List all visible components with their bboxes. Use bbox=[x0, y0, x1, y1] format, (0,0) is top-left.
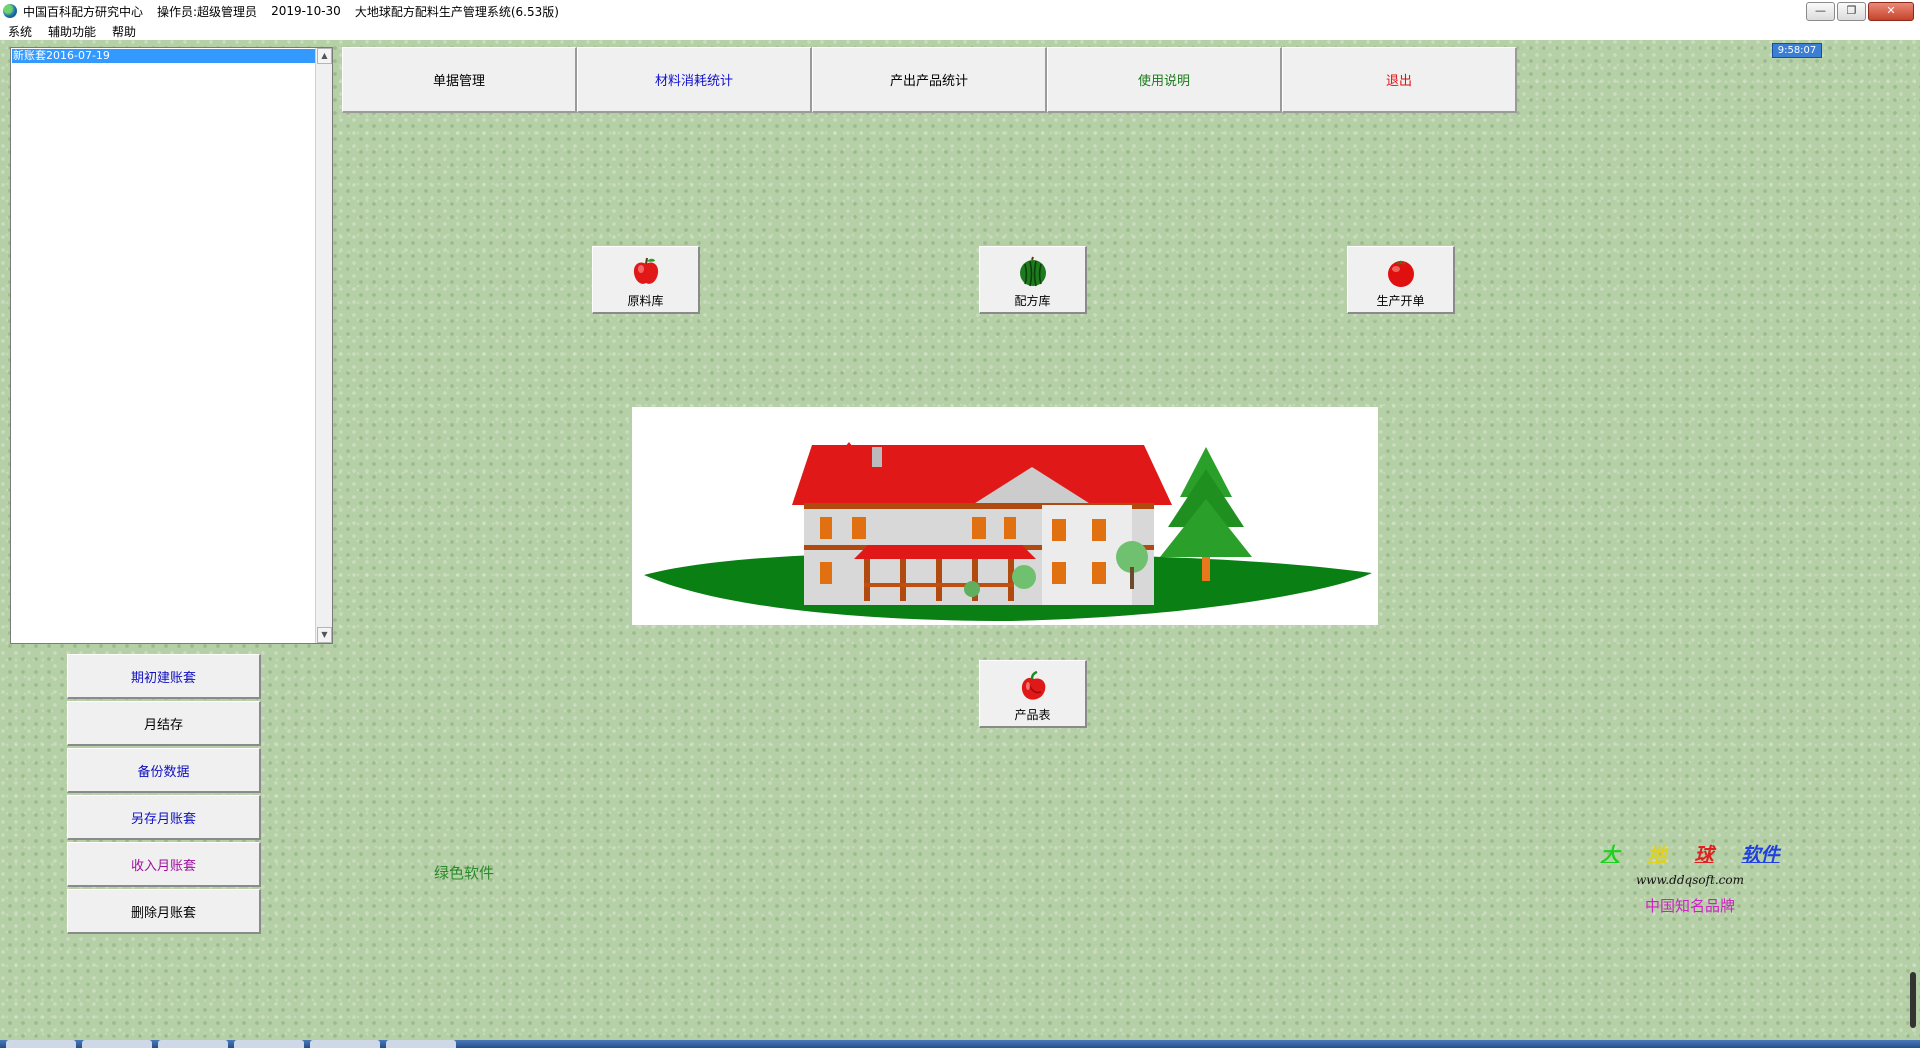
user-guide-button[interactable]: 使用说明 bbox=[1047, 47, 1282, 113]
clock-display: 9:58:07 bbox=[1772, 43, 1822, 58]
tomato-icon bbox=[1387, 260, 1414, 287]
raw-material-label: 原料库 bbox=[627, 294, 664, 308]
company-name: 中国百科配方研究中心 bbox=[23, 4, 144, 19]
monthly-close-button[interactable]: 月结存 bbox=[67, 701, 261, 746]
current-date: 2019-10-30 bbox=[271, 4, 341, 18]
taskbar-item[interactable] bbox=[6, 1040, 76, 1048]
green-software-label: 绿色软件 bbox=[434, 864, 495, 882]
app-title: 大地球配方配料生产管理系统(6.53版) bbox=[354, 4, 559, 19]
window-controls: — ❐ ✕ bbox=[1806, 2, 1914, 21]
taskbar bbox=[0, 1040, 1920, 1048]
apple-icon bbox=[633, 257, 658, 284]
taskbar-item[interactable] bbox=[82, 1040, 152, 1048]
brand-char-3: 球 bbox=[1694, 844, 1714, 866]
operator-label: 操作员:超级管理员 bbox=[157, 4, 258, 19]
import-month-account-button[interactable]: 收入月账套 bbox=[67, 842, 261, 887]
product-table-button[interactable]: 产品表 bbox=[979, 660, 1087, 728]
title-bar: 中国百科配方研究中心 操作员:超级管理员 2019-10-30 大地球配方配料生… bbox=[0, 0, 1920, 23]
production-order-label: 生产开单 bbox=[1376, 294, 1425, 308]
menu-tools[interactable]: 辅助功能 bbox=[40, 23, 104, 40]
brand-char-4: 软件 bbox=[1741, 844, 1780, 866]
taskbar-item[interactable] bbox=[158, 1040, 228, 1048]
menu-system[interactable]: 系统 bbox=[0, 23, 40, 40]
scroll-up-arrow-icon[interactable]: ▲ bbox=[317, 48, 332, 64]
restore-button[interactable]: ❐ bbox=[1837, 2, 1866, 21]
house-image bbox=[644, 442, 1372, 621]
product-output-button[interactable]: 产出产品统计 bbox=[812, 47, 1047, 113]
scroll-down-arrow-icon[interactable]: ▼ bbox=[317, 627, 332, 643]
production-order-button[interactable]: 生产开单 bbox=[1347, 246, 1455, 314]
menu-help[interactable]: 帮助 bbox=[104, 23, 144, 40]
brand-tagline: 中国知名品牌 bbox=[1644, 897, 1735, 915]
taskbar-item[interactable] bbox=[234, 1040, 304, 1048]
scroll-thumb[interactable] bbox=[1910, 972, 1916, 1028]
taskbar-item[interactable] bbox=[310, 1040, 380, 1048]
house-illustration bbox=[632, 407, 1378, 625]
brand-char-2: 地 bbox=[1647, 844, 1667, 866]
menu-bar: 系统 辅助功能 帮助 bbox=[0, 22, 1920, 40]
globe-icon bbox=[3, 4, 17, 18]
initial-account-button[interactable]: 期初建账套 bbox=[67, 654, 261, 699]
top-toolbar: 单据管理 材料消耗统计 产出产品统计 使用说明 退出 bbox=[342, 47, 1517, 113]
formula-label: 配方库 bbox=[1014, 294, 1051, 308]
taskbar-item[interactable] bbox=[386, 1040, 456, 1048]
account-listbox[interactable]: 新账套2016-07-19 ▲ ▼ bbox=[10, 47, 333, 644]
save-month-account-button[interactable]: 另存月账套 bbox=[67, 795, 261, 840]
watermelon-icon bbox=[1019, 256, 1046, 287]
documents-button[interactable]: 单据管理 bbox=[342, 47, 577, 113]
exit-button[interactable]: 退出 bbox=[1282, 47, 1517, 113]
list-scrollbar[interactable]: ▲ ▼ bbox=[315, 48, 332, 643]
backup-data-button[interactable]: 备份数据 bbox=[67, 748, 261, 793]
product-table-label: 产品表 bbox=[1014, 708, 1051, 722]
formula-button[interactable]: 配方库 bbox=[979, 246, 1087, 314]
raw-material-button[interactable]: 原料库 bbox=[592, 246, 700, 314]
brand-url: www.ddqsoft.com bbox=[1635, 873, 1745, 887]
material-consumption-button[interactable]: 材料消耗统计 bbox=[577, 47, 812, 113]
brand-char-1: 大 bbox=[1600, 844, 1620, 866]
brand-name[interactable]: 大 地 球 软件 bbox=[1585, 840, 1795, 867]
minimize-button[interactable]: — bbox=[1806, 2, 1835, 21]
close-button[interactable]: ✕ bbox=[1868, 2, 1914, 21]
brand-block: 大 地 球 软件 www.ddqsoft.com 中国知名品牌 bbox=[1585, 840, 1795, 916]
pepper-icon bbox=[1021, 670, 1045, 700]
list-item[interactable]: 新账套2016-07-19 bbox=[12, 49, 315, 63]
delete-month-account-button[interactable]: 删除月账套 bbox=[67, 889, 261, 934]
